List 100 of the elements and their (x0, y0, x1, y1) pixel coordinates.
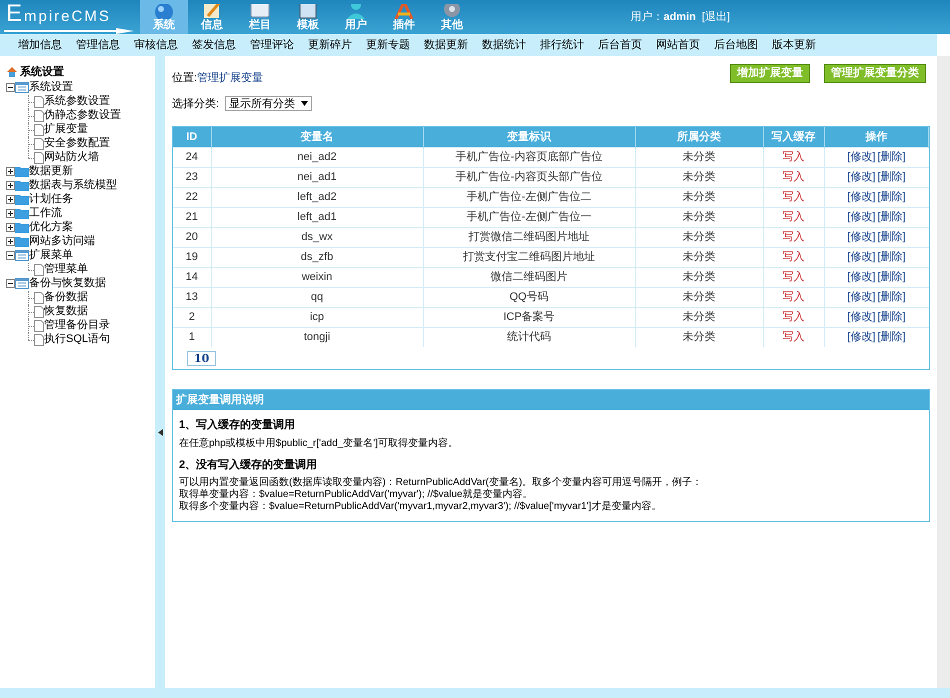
expand-toggle[interactable] (6, 181, 15, 190)
menu-link[interactable]: 后台地图 (714, 36, 758, 54)
tree-item[interactable]: 系统设置 (29, 79, 73, 96)
edit-link[interactable]: [修改] (847, 210, 876, 223)
write-cache-link[interactable]: 写入 (782, 230, 804, 243)
table-cell: qq (211, 287, 423, 307)
tree-item[interactable]: 管理备份目录 (44, 317, 110, 334)
tree-item[interactable]: 优化方案 (29, 219, 73, 236)
collapse-arrow-icon[interactable] (158, 428, 162, 436)
edit-link[interactable]: [修改] (847, 190, 876, 203)
tree-item[interactable]: 数据表与系统模型 (29, 177, 117, 194)
delete-link[interactable]: [删除] (878, 310, 906, 323)
table-cell: 未分类 (635, 147, 763, 167)
menu-link[interactable]: 数据更新 (424, 36, 468, 54)
tree-item[interactable]: 工作流 (29, 205, 62, 222)
sidebar-title: 系统设置 (20, 64, 64, 80)
tree-item[interactable]: 扩展菜单 (29, 247, 73, 264)
table-cell: weixin (211, 267, 423, 287)
tree-item[interactable]: 管理菜单 (44, 261, 88, 278)
column-header: 操作 (824, 127, 928, 147)
menu-link[interactable]: 更新专题 (366, 36, 410, 54)
table-cell: 手机广告位-左侧广告位二 (423, 187, 635, 207)
write-cache-link[interactable]: 写入 (782, 270, 804, 283)
delete-link[interactable]: [删除] (878, 170, 906, 183)
tree-item[interactable]: 伪静态参数设置 (44, 107, 121, 124)
menu-link[interactable]: 签发信息 (192, 36, 236, 54)
write-cache-link[interactable]: 写入 (782, 290, 804, 303)
menu-link[interactable]: 网站首页 (656, 36, 700, 54)
tree-item[interactable]: 备份与恢复数据 (29, 275, 106, 292)
delete-link[interactable]: [删除] (878, 190, 906, 203)
tree-item[interactable]: 网站防火墙 (44, 149, 99, 166)
delete-link[interactable]: [删除] (878, 290, 906, 303)
user-label: 用户： (630, 10, 664, 25)
table-cell: 未分类 (635, 187, 763, 207)
logo: EmpireCMS (6, 0, 111, 29)
tree-item[interactable]: 网站多访问端 (29, 233, 95, 250)
table-cell: 未分类 (635, 327, 763, 347)
edit-link[interactable]: [修改] (847, 230, 876, 243)
delete-link[interactable]: [删除] (878, 150, 906, 163)
folder-icon (15, 208, 29, 219)
expand-toggle[interactable] (6, 223, 15, 232)
edit-link[interactable]: [修改] (847, 270, 876, 283)
tree-item[interactable]: 安全参数配置 (44, 135, 110, 152)
expand-toggle[interactable] (6, 195, 15, 204)
note-text: 在任意php或模板中用$public_r['add_变量名']可取得变量内容。 (179, 438, 459, 450)
column-header: 所属分类 (635, 127, 763, 147)
table-cell: 13 (173, 287, 211, 307)
tree-item[interactable]: 执行SQL语句 (44, 331, 110, 348)
edit-link[interactable]: [修改] (847, 170, 876, 183)
write-cache-link[interactable]: 写入 (782, 331, 804, 343)
menu-link[interactable]: 管理评论 (250, 36, 294, 54)
menu-link[interactable]: 审核信息 (134, 36, 178, 54)
tree-item[interactable]: 系统参数设置 (44, 93, 110, 110)
menu-link[interactable]: 后台首页 (598, 36, 642, 54)
delete-link[interactable]: [删除] (878, 270, 906, 283)
folder-icon (15, 194, 29, 205)
edit-link[interactable]: [修改] (847, 331, 876, 343)
collapse-toggle[interactable] (6, 279, 15, 288)
menu-link[interactable]: 增加信息 (18, 36, 62, 54)
delete-link[interactable]: [删除] (878, 331, 906, 343)
edit-link[interactable]: [修改] (847, 310, 876, 323)
page-number[interactable]: 10 (187, 350, 216, 366)
tree-item[interactable]: 恢复数据 (44, 303, 88, 320)
menu-link[interactable]: 版本更新 (772, 36, 816, 54)
write-cache-link[interactable]: 写入 (782, 250, 804, 263)
write-cache-link[interactable]: 写入 (782, 210, 804, 223)
column-header: 写入缓存 (763, 127, 824, 147)
tree-item[interactable]: 数据更新 (29, 163, 73, 180)
note-text: 取得多个变量内容：$value=ReturnPublicAddVar('myvar1,myvar2,myvar3'); //$value['myvar1']才是变量内容。 (179, 501, 662, 513)
table-cell: 未分类 (635, 207, 763, 227)
tree-item[interactable]: 备份数据 (44, 289, 88, 306)
delete-link[interactable]: [删除] (878, 230, 906, 243)
tree-item[interactable]: 扩展变量 (44, 121, 88, 138)
tree-item[interactable]: 计划任务 (29, 191, 73, 208)
collapse-toggle[interactable] (6, 83, 15, 92)
delete-link[interactable]: [删除] (878, 210, 906, 223)
table-cell: 未分类 (635, 287, 763, 307)
menu-link[interactable]: 管理信息 (76, 36, 120, 54)
collapse-toggle[interactable] (6, 251, 15, 260)
table-cell: nei_ad1 (211, 167, 423, 187)
expand-toggle[interactable] (6, 237, 15, 246)
write-cache-link[interactable]: 写入 (782, 170, 804, 183)
category-dropdown[interactable]: 显示所有分类 (225, 96, 312, 112)
write-cache-link[interactable]: 写入 (782, 190, 804, 203)
edit-link[interactable]: [修改] (847, 250, 876, 263)
expand-toggle[interactable] (6, 209, 15, 218)
breadcrumb-link[interactable]: 管理扩展变量 (197, 70, 264, 86)
write-cache-link[interactable]: 写入 (782, 310, 804, 323)
table-cell: 23 (173, 167, 211, 187)
menu-link[interactable]: 排行统计 (540, 36, 584, 54)
delete-link[interactable]: [删除] (878, 250, 906, 263)
write-cache-link[interactable]: 写入 (782, 150, 804, 163)
expand-toggle[interactable] (6, 167, 15, 176)
table-cell: 未分类 (635, 307, 763, 327)
tools-icon (392, 4, 416, 19)
menu-link[interactable]: 数据统计 (482, 36, 526, 54)
table-cell: ds_zfb (211, 247, 423, 267)
edit-link[interactable]: [修改] (847, 290, 876, 303)
edit-link[interactable]: [修改] (847, 150, 876, 163)
menu-link[interactable]: 更新碎片 (308, 36, 352, 54)
